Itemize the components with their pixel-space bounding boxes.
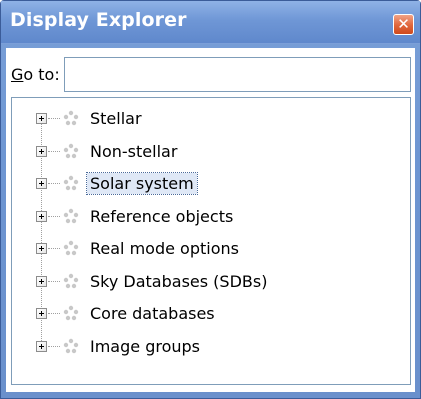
close-button[interactable]: ✕ (393, 14, 414, 35)
tree-branch-line (48, 345, 60, 347)
display-explorer-window: Display Explorer ✕ Go to: Stellar Non-ste… (0, 0, 421, 399)
goto-label-accelerator: G (11, 65, 24, 84)
tree-node-label[interactable]: Sky Databases (SDBs) (87, 271, 270, 292)
tree-node-label[interactable]: Reference objects (87, 206, 236, 227)
tree-branch-line (48, 313, 60, 314)
dots-icon (63, 338, 79, 353)
tree-branch-line (48, 183, 60, 184)
dots-icon (63, 305, 79, 321)
tree-node[interactable]: Image groups (12, 331, 410, 363)
tree-branch-line (48, 248, 60, 249)
expand-icon[interactable] (36, 340, 47, 352)
expand-icon[interactable] (36, 243, 47, 254)
expand-icon[interactable] (36, 308, 47, 319)
dots-icon (63, 273, 79, 288)
title-bar[interactable]: Display Explorer ✕ (1, 1, 420, 44)
expand-icon[interactable] (36, 210, 47, 222)
tree-node[interactable]: Real mode options (12, 233, 410, 265)
tree-node[interactable]: Solar system (12, 168, 410, 200)
goto-label-text: o to: (23, 65, 60, 84)
expand-icon[interactable] (36, 178, 47, 189)
tree-node-label[interactable]: Image groups (87, 336, 203, 357)
dots-icon (63, 240, 79, 256)
dots-icon (63, 143, 79, 158)
dots-icon (63, 110, 79, 126)
expand-icon[interactable] (36, 275, 47, 287)
tree-node[interactable]: Core databases (12, 298, 410, 330)
tree-node[interactable]: Stellar (12, 103, 410, 135)
tree-branch-line (48, 280, 60, 282)
tree-node[interactable]: Non-stellar (12, 136, 410, 168)
tree-node[interactable]: Reference objects (12, 201, 410, 233)
tree-branch-line (48, 118, 60, 119)
explorer-panel: Go to: Stellar Non-stellar Solar system Ref… (6, 48, 415, 392)
tree-node[interactable]: Sky Databases (SDBs) (12, 266, 410, 298)
window-title: Display Explorer (10, 9, 187, 31)
goto-input[interactable] (64, 57, 411, 92)
goto-label: Go to: (11, 65, 60, 84)
tree-node-label[interactable]: Real mode options (87, 238, 242, 259)
dots-icon (63, 175, 79, 191)
tree-view[interactable]: Stellar Non-stellar Solar system Reference … (11, 97, 411, 385)
close-icon: ✕ (397, 15, 410, 33)
tree-branch-line (48, 215, 60, 217)
tree-node-label[interactable]: Non-stellar (87, 141, 180, 162)
expand-icon[interactable] (36, 113, 47, 124)
tree-node-label[interactable]: Stellar (87, 108, 145, 129)
tree-node-label[interactable]: Solar system (86, 172, 198, 195)
tree-node-label[interactable]: Core databases (87, 303, 218, 324)
dots-icon (63, 208, 79, 223)
tree-branch-line (48, 150, 60, 152)
expand-icon[interactable] (36, 145, 47, 157)
